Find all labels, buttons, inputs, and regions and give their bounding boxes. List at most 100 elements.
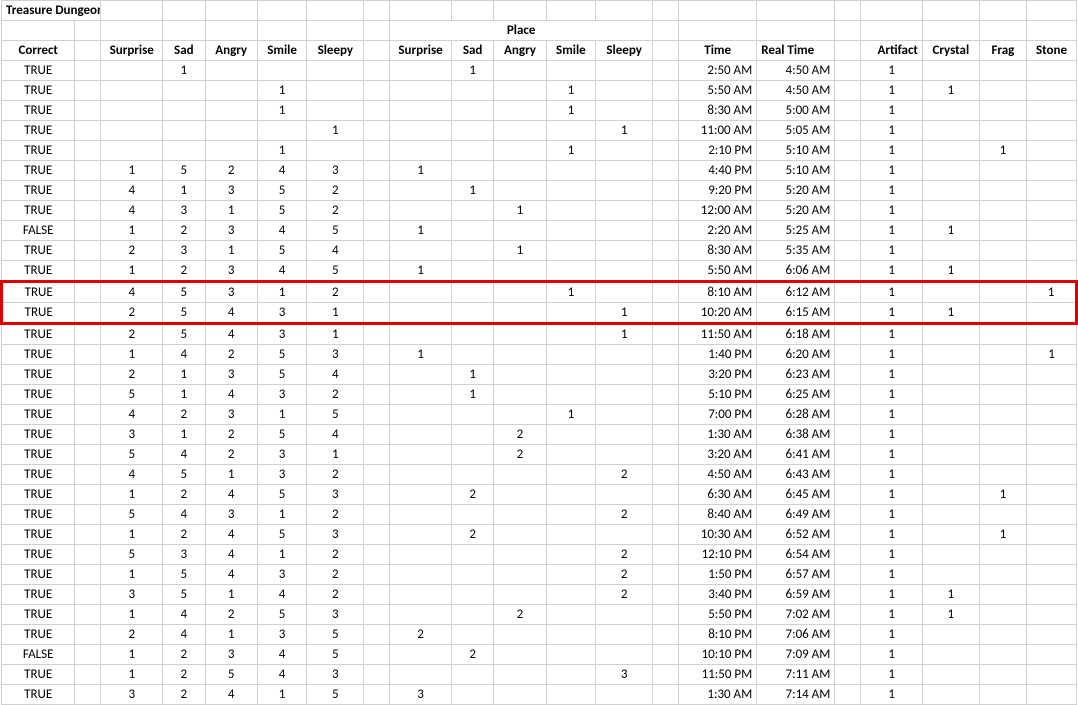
spacer[interactable] — [653, 261, 679, 282]
table-row[interactable]: TRUE4135219:20 PM5:20 AM1 — [2, 181, 1077, 201]
cell-realtime[interactable]: 6:12 AM — [757, 282, 835, 303]
cell-emo-b-1[interactable] — [451, 605, 494, 625]
spacer[interactable] — [653, 665, 679, 685]
spacer[interactable] — [835, 181, 861, 201]
cell-emo-b-4[interactable]: 2 — [596, 545, 653, 565]
cell-emo-a-0[interactable]: 2 — [101, 303, 163, 324]
spacer[interactable] — [75, 405, 101, 425]
spacer[interactable] — [835, 565, 861, 585]
table-row[interactable]: TRUE1543221:50 PM6:57 AM1 — [2, 565, 1077, 585]
cell-correct[interactable]: TRUE — [2, 545, 75, 565]
spacer[interactable] — [364, 101, 390, 121]
cell-emo-b-2[interactable] — [494, 665, 546, 685]
spacer[interactable] — [75, 525, 101, 545]
cell-correct[interactable]: TRUE — [2, 303, 75, 324]
cell-correct[interactable]: TRUE — [2, 665, 75, 685]
cell-realtime[interactable]: 6:28 AM — [757, 405, 835, 425]
cell-stone[interactable] — [1027, 425, 1077, 445]
cell-time[interactable]: 1:50 PM — [679, 565, 757, 585]
cell-emo-a-2[interactable] — [205, 141, 257, 161]
cell-emo-a-0[interactable]: 1 — [101, 605, 163, 625]
cell-emo-a-4[interactable]: 2 — [307, 505, 364, 525]
cell-stone[interactable] — [1027, 181, 1077, 201]
spacer[interactable] — [364, 324, 390, 345]
cell-emo-a-0[interactable]: 4 — [101, 181, 163, 201]
cell-emo-b-3[interactable] — [546, 365, 596, 385]
cell-emo-a-4[interactable]: 2 — [307, 385, 364, 405]
table-row[interactable]: TRUE3125421:30 AM6:38 AM1 — [2, 425, 1077, 445]
cell-frag[interactable] — [979, 121, 1026, 141]
cell-realtime[interactable]: 5:00 AM — [757, 101, 835, 121]
cell-frag[interactable] — [979, 81, 1026, 101]
spacer[interactable] — [364, 545, 390, 565]
spacer[interactable] — [653, 425, 679, 445]
cell-artifact[interactable]: 1 — [861, 545, 923, 565]
spacer[interactable] — [364, 385, 390, 405]
cell-emo-a-0[interactable]: 5 — [101, 445, 163, 465]
spacer[interactable] — [835, 585, 861, 605]
cell-correct[interactable]: TRUE — [2, 505, 75, 525]
cell-frag[interactable] — [979, 465, 1026, 485]
cell-emo-b-1[interactable] — [451, 565, 494, 585]
cell-emo-b-2[interactable] — [494, 101, 546, 121]
cell-emo-a-0[interactable]: 3 — [101, 425, 163, 445]
cell-emo-b-0[interactable] — [390, 445, 452, 465]
cell-crystal[interactable] — [922, 241, 979, 261]
cell-time[interactable]: 7:00 PM — [679, 405, 757, 425]
cell-emo-b-1[interactable] — [451, 141, 494, 161]
cell-stone[interactable] — [1027, 665, 1077, 685]
spacer[interactable] — [75, 665, 101, 685]
cell-emo-b-1[interactable]: 1 — [451, 181, 494, 201]
spacer[interactable] — [653, 161, 679, 181]
cell-emo-b-1[interactable]: 2 — [451, 525, 494, 545]
cell-artifact[interactable]: 1 — [861, 181, 923, 201]
cell-emo-b-4[interactable]: 2 — [596, 585, 653, 605]
cell-correct[interactable]: TRUE — [2, 141, 75, 161]
cell-emo-b-2[interactable] — [494, 625, 546, 645]
cell-emo-a-4[interactable]: 1 — [307, 445, 364, 465]
cell-realtime[interactable]: 5:10 AM — [757, 141, 835, 161]
spacer[interactable] — [835, 505, 861, 525]
cell-emo-a-3[interactable]: 1 — [257, 545, 307, 565]
cell-emo-b-3[interactable] — [546, 665, 596, 685]
cell-time[interactable]: 8:40 AM — [679, 505, 757, 525]
cell-emo-b-0[interactable] — [390, 101, 452, 121]
cell-emo-a-0[interactable]: 1 — [101, 161, 163, 181]
cell-emo-b-0[interactable] — [390, 505, 452, 525]
spacer[interactable] — [653, 121, 679, 141]
table-row[interactable]: TRUE25431110:20 AM6:15 AM11 — [2, 303, 1077, 324]
cell-emo-a-2[interactable]: 1 — [205, 241, 257, 261]
table-row[interactable]: TRUE3514223:40 PM6:59 AM11 — [2, 585, 1077, 605]
table-row[interactable]: TRUE4531218:10 AM6:12 AM11 — [2, 282, 1077, 303]
cell-emo-a-0[interactable] — [101, 121, 163, 141]
cell-emo-a-3[interactable]: 5 — [257, 345, 307, 365]
cell-emo-a-1[interactable]: 5 — [163, 565, 206, 585]
cell-crystal[interactable]: 1 — [922, 81, 979, 101]
cell-emo-a-2[interactable]: 3 — [205, 405, 257, 425]
cell-emo-a-2[interactable]: 4 — [205, 565, 257, 585]
cell-emo-b-1[interactable] — [451, 545, 494, 565]
cell-emo-b-1[interactable] — [451, 201, 494, 221]
cell-artifact[interactable]: 1 — [861, 365, 923, 385]
cell-crystal[interactable] — [922, 565, 979, 585]
spacer[interactable] — [364, 585, 390, 605]
cell-emo-a-2[interactable]: 3 — [205, 365, 257, 385]
cell-emo-a-2[interactable] — [205, 81, 257, 101]
cell-emo-b-3[interactable]: 1 — [546, 282, 596, 303]
cell-emo-a-1[interactable] — [163, 121, 206, 141]
cell-emo-a-1[interactable]: 1 — [163, 181, 206, 201]
cell-emo-b-2[interactable]: 1 — [494, 241, 546, 261]
cell-emo-a-0[interactable]: 1 — [101, 261, 163, 282]
spacer[interactable] — [75, 141, 101, 161]
cell-emo-a-2[interactable]: 3 — [205, 282, 257, 303]
cell-emo-b-3[interactable] — [546, 545, 596, 565]
cell-stone[interactable] — [1027, 324, 1077, 345]
cell-emo-a-1[interactable]: 2 — [163, 665, 206, 685]
table-row[interactable]: TRUE5143215:10 PM6:25 AM1 — [2, 385, 1077, 405]
cell-emo-b-4[interactable] — [596, 81, 653, 101]
cell-artifact[interactable]: 1 — [861, 324, 923, 345]
cell-emo-a-3[interactable]: 3 — [257, 385, 307, 405]
cell-crystal[interactable] — [922, 485, 979, 505]
cell-realtime[interactable]: 5:05 AM — [757, 121, 835, 141]
cell-crystal[interactable]: 1 — [922, 261, 979, 282]
